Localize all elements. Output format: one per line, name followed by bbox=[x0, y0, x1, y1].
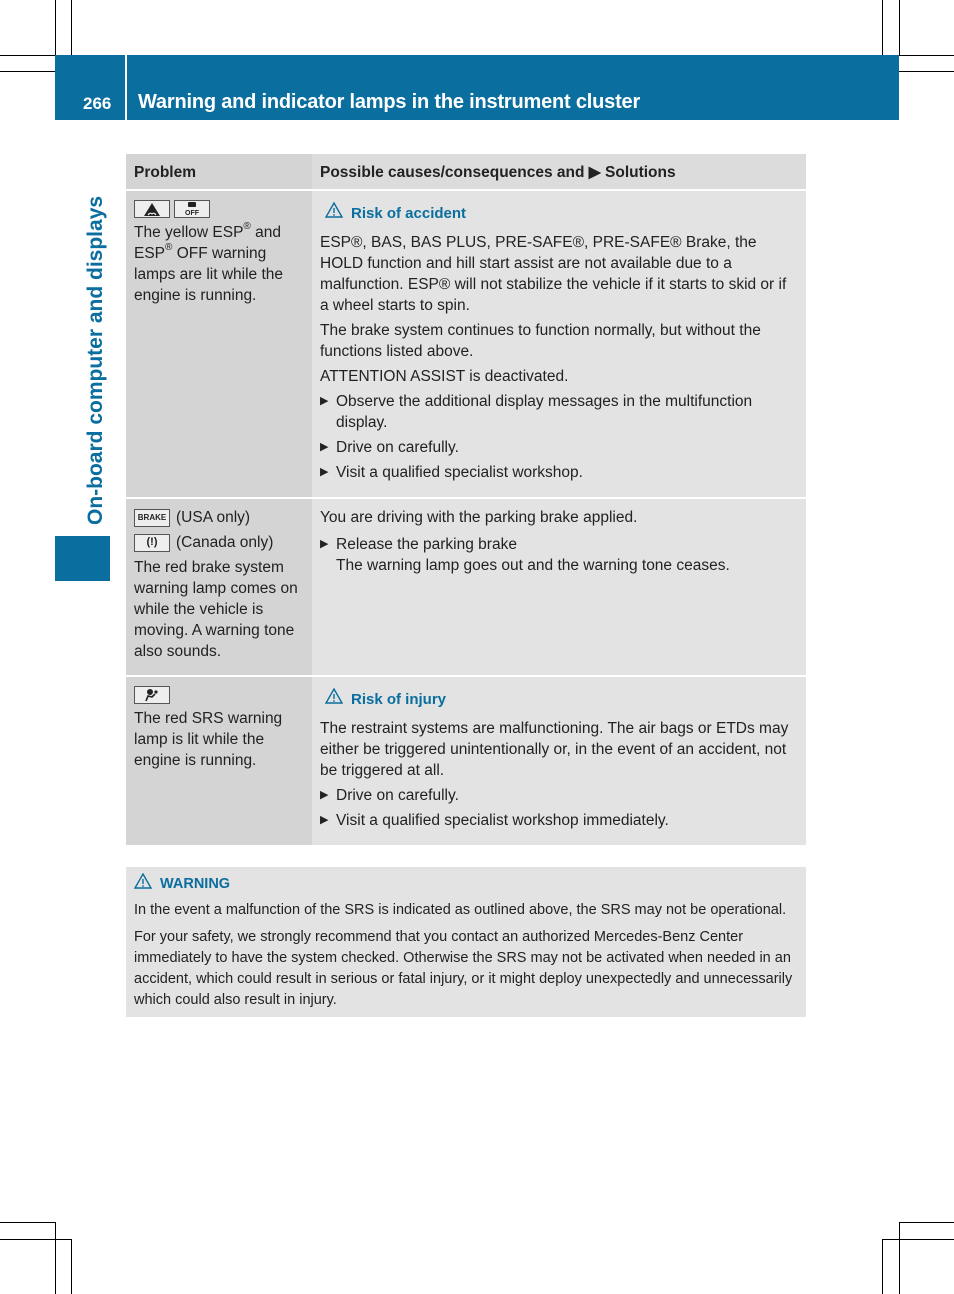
bullet-arrow-icon: ▶ bbox=[320, 395, 329, 407]
crop-mark bbox=[899, 55, 954, 56]
paragraph: You are driving with the parking brake a… bbox=[320, 509, 638, 526]
table-row: OFF The yellow ESP® and ESP® OFF warning… bbox=[126, 189, 806, 498]
action-bullet: ▶ Observe the additional display messages… bbox=[320, 393, 753, 431]
bullet-arrow-icon: ▶ bbox=[320, 538, 329, 550]
crop-mark bbox=[899, 1222, 900, 1294]
crop-mark bbox=[899, 71, 954, 72]
page-title: Warning and indicator lamps in the instr… bbox=[138, 91, 641, 113]
warning-paragraph: For your safety, we strongly recommend t… bbox=[134, 929, 793, 1008]
crop-mark bbox=[899, 1222, 954, 1223]
crop-mark bbox=[0, 1239, 71, 1240]
bullet-arrow-icon: ▶ bbox=[320, 441, 329, 453]
risk-title: Risk of accident bbox=[351, 204, 467, 222]
bullet-arrow-icon: ▶ bbox=[320, 466, 329, 478]
paragraph: ESP®, BAS, BAS PLUS, PRE-SAFE®, PRE-SAFE… bbox=[320, 234, 787, 314]
action-bullet: ▶ Visit a qualified specialist workshop. bbox=[320, 464, 583, 481]
solutions-cell: Risk of accident ESP®, BAS, BAS PLUS, PR… bbox=[312, 189, 806, 498]
problem-text: The yellow ESP® and ESP® OFF warning lam… bbox=[134, 221, 284, 305]
warning-triangle-icon bbox=[324, 201, 344, 224]
srs-warning-box: WARNING In the event a malfunction of th… bbox=[126, 867, 806, 1017]
table-row: BRAKE (USA only) (!) (Canada only) The r… bbox=[126, 497, 806, 676]
warning-triangle-icon bbox=[133, 872, 153, 896]
paragraph: The restraint systems are malfunctioning… bbox=[320, 720, 789, 779]
problem-text: The red brake system warning lamp comes … bbox=[134, 559, 298, 660]
header-problem: Problem bbox=[126, 154, 312, 190]
crop-mark bbox=[882, 1239, 954, 1240]
lamp-region-label: (USA only) bbox=[176, 509, 251, 526]
action-bullet: ▶ Drive on carefully. bbox=[320, 439, 459, 456]
svg-text:OFF: OFF bbox=[185, 210, 200, 216]
crop-mark bbox=[882, 0, 883, 55]
warning-heading: WARNING bbox=[133, 872, 798, 896]
crop-mark bbox=[0, 55, 55, 56]
problem-text: The red SRS warning lamp is lit while th… bbox=[134, 710, 283, 769]
crop-mark bbox=[0, 1222, 55, 1223]
crop-mark bbox=[882, 1239, 883, 1294]
section-tab-marker bbox=[55, 536, 110, 581]
srs-airbag-icon bbox=[134, 686, 170, 704]
problem-cell: BRAKE (USA only) (!) (Canada only) The r… bbox=[126, 497, 312, 676]
page-number: 266 bbox=[83, 94, 112, 113]
risk-title: Risk of injury bbox=[351, 690, 447, 708]
crop-mark bbox=[71, 1239, 72, 1294]
warning-title: WARNING bbox=[160, 876, 231, 892]
crop-mark bbox=[0, 71, 55, 72]
section-tab-label: On-board computer and displays bbox=[84, 195, 107, 525]
warning-paragraph: In the event a malfunction of the SRS is… bbox=[134, 902, 787, 918]
action-bullet: ▶ Drive on carefully. bbox=[320, 787, 459, 804]
crop-mark bbox=[55, 1222, 56, 1294]
table-row: The red SRS warning lamp is lit while th… bbox=[126, 675, 806, 845]
action-bullet: ▶ Visit a qualified specialist workshop i… bbox=[320, 812, 669, 829]
problem-cell: OFF The yellow ESP® and ESP® OFF warning… bbox=[126, 189, 312, 498]
header-divider bbox=[125, 55, 127, 120]
lamp-region-label: (Canada only) bbox=[176, 534, 274, 551]
action-result: The warning lamp goes out and the warnin… bbox=[336, 557, 730, 574]
warning-lamps-table: Problem Possible causes/consequences and… bbox=[126, 154, 806, 845]
bullet-arrow-icon: ▶ bbox=[320, 789, 329, 801]
risk-heading: Risk of accident bbox=[324, 201, 798, 224]
esp-off-icon: OFF bbox=[174, 200, 210, 218]
brake-circle-icon: (!) bbox=[134, 533, 170, 552]
warning-triangle-icon bbox=[324, 687, 344, 710]
paragraph: ATTENTION ASSIST is deactivated. bbox=[320, 368, 569, 385]
table-header-row: Problem Possible causes/consequences and… bbox=[126, 154, 806, 190]
problem-cell: The red SRS warning lamp is lit while th… bbox=[126, 675, 312, 845]
crop-mark bbox=[55, 0, 56, 55]
bullet-arrow-icon: ▶ bbox=[320, 814, 329, 826]
paragraph: The brake system continues to function n… bbox=[320, 322, 761, 360]
brake-text-icon: BRAKE bbox=[134, 508, 170, 527]
esp-warning-icon bbox=[134, 200, 170, 218]
solutions-cell: Risk of injury The restraint systems are… bbox=[312, 675, 806, 845]
risk-heading: Risk of injury bbox=[324, 687, 798, 710]
solutions-cell: You are driving with the parking brake a… bbox=[312, 497, 806, 676]
header-solutions: Possible causes/consequences and ▶ Solut… bbox=[312, 154, 806, 190]
action-bullet: ▶ Release the parking brake bbox=[320, 536, 517, 553]
crop-mark bbox=[71, 0, 72, 55]
crop-mark bbox=[899, 0, 900, 55]
